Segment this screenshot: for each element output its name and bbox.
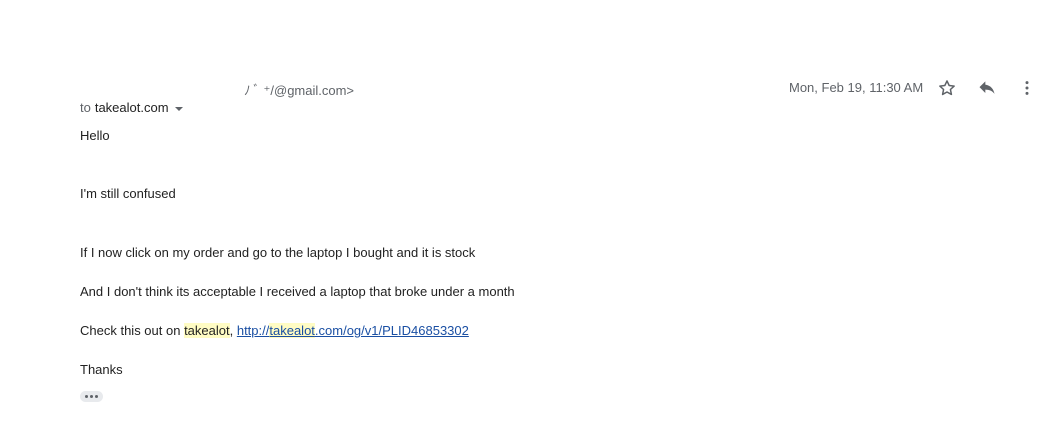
chevron-down-icon[interactable] <box>174 106 183 111</box>
message-timestamp: Mon, Feb 19, 11:30 AM <box>789 80 924 95</box>
body-closing: Thanks <box>80 362 123 377</box>
link-text: http:// <box>236 323 270 338</box>
product-link[interactable]: http://takealot.com/og/v1/PLID46853302 <box>237 323 469 338</box>
more-vert-icon <box>1025 81 1029 95</box>
body-text: , <box>229 323 237 338</box>
email-message: ﾉ ﾞ ⁺/@gmail.com> to takealot.com Mon, F… <box>0 0 1045 426</box>
more-options-button[interactable] <box>1015 76 1039 100</box>
body-line: If I now click on my order and go to the… <box>80 245 476 260</box>
show-trimmed-content-button[interactable] <box>80 391 103 402</box>
body-line: I'm still confused <box>80 186 176 201</box>
link-text-highlight: takealot <box>269 323 315 338</box>
recipient-name: takealot.com <box>94 100 169 115</box>
star-button[interactable] <box>935 76 959 100</box>
dot-icon <box>85 395 88 398</box>
to-label: to <box>80 100 91 115</box>
sender-address: ﾉ ﾞ ⁺/@gmail.com> <box>244 83 355 98</box>
dot-icon <box>95 395 98 398</box>
highlighted-term: takealot <box>184 323 230 338</box>
body-line: And I don't think its acceptable I recei… <box>80 284 515 299</box>
dot-icon <box>90 395 93 398</box>
star-icon <box>939 80 955 96</box>
reply-button[interactable] <box>975 76 999 100</box>
body-link-line: Check this out on takealot, http://takea… <box>80 323 469 338</box>
body-text: Check this out on <box>80 323 185 338</box>
recipient-line: to takealot.com <box>80 100 183 115</box>
link-text: .com/og/v1/PLID46853302 <box>314 323 469 338</box>
body-greeting: Hello <box>80 128 110 143</box>
reply-icon <box>979 81 995 94</box>
